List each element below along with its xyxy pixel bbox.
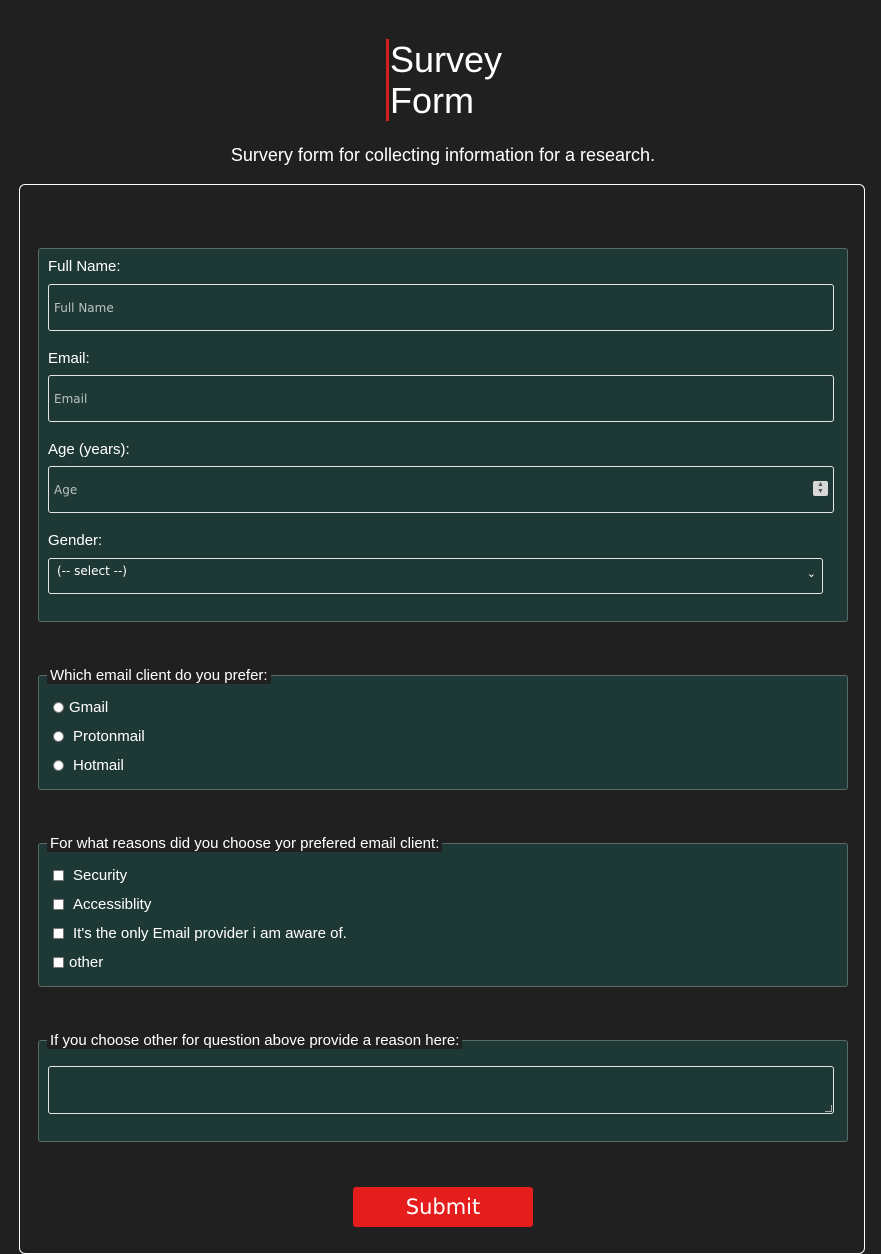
checkbox[interactable] [53, 899, 64, 910]
reasons-legend: For what reasons did you choose yor pref… [47, 835, 443, 852]
email-input[interactable] [48, 375, 834, 422]
submit-button[interactable]: Submit [353, 1187, 533, 1227]
radio-button[interactable] [53, 702, 64, 713]
checkbox-label: It's the only Email provider i am aware … [73, 925, 347, 942]
radio-button[interactable] [53, 760, 64, 771]
gender-label: Gender: [48, 532, 103, 549]
resize-handle-icon[interactable] [825, 1105, 832, 1112]
title-accent-bar: Survey Form [386, 39, 510, 121]
radio-option-gmail[interactable]: Gmail [53, 699, 108, 716]
checkbox-option-only-provider[interactable]: It's the only Email provider i am aware … [53, 925, 347, 942]
email-client-panel [38, 675, 848, 790]
radio-option-hotmail[interactable]: Hotmail [53, 757, 124, 774]
checkbox-label: other [69, 954, 104, 971]
radio-label: Hotmail [73, 757, 124, 774]
radio-option-protonmail[interactable]: Protonmail [53, 728, 145, 745]
radio-label: Gmail [69, 699, 109, 716]
full-name-label: Full Name: [48, 258, 121, 275]
chevron-down-icon: ⌄ [806, 567, 816, 580]
checkbox[interactable] [53, 928, 64, 939]
full-name-input[interactable] [48, 284, 834, 331]
checkbox[interactable] [53, 870, 64, 881]
age-label: Age (years): [48, 441, 130, 458]
checkbox-label: Accessiblity [73, 896, 152, 913]
other-reason-textarea[interactable] [48, 1066, 834, 1114]
checkbox-label: Security [73, 867, 128, 884]
radio-label: Protonmail [73, 728, 145, 745]
checkbox-option-accessibility[interactable]: Accessiblity [53, 896, 151, 913]
checkbox-option-security[interactable]: Security [53, 867, 127, 884]
email-client-legend: Which email client do you prefer: [47, 667, 271, 684]
gender-select-value: (-- select --) [57, 564, 127, 578]
checkbox-option-other[interactable]: other [53, 954, 103, 971]
checkbox[interactable] [53, 957, 64, 968]
reasons-panel [38, 843, 848, 987]
age-spinner-icon[interactable]: ▲ ▼ [813, 481, 828, 496]
gender-select[interactable]: (-- select --) ⌄ [48, 558, 823, 594]
age-input[interactable] [48, 466, 834, 513]
email-label: Email: [48, 350, 90, 367]
age-field-wrap: ▲▼ [48, 466, 834, 513]
page-description: Survery form for collecting information … [230, 145, 656, 165]
other-reason-legend: If you choose other for question above p… [47, 1032, 463, 1049]
radio-button[interactable] [53, 731, 64, 742]
page-title: Survey Form [390, 39, 503, 121]
